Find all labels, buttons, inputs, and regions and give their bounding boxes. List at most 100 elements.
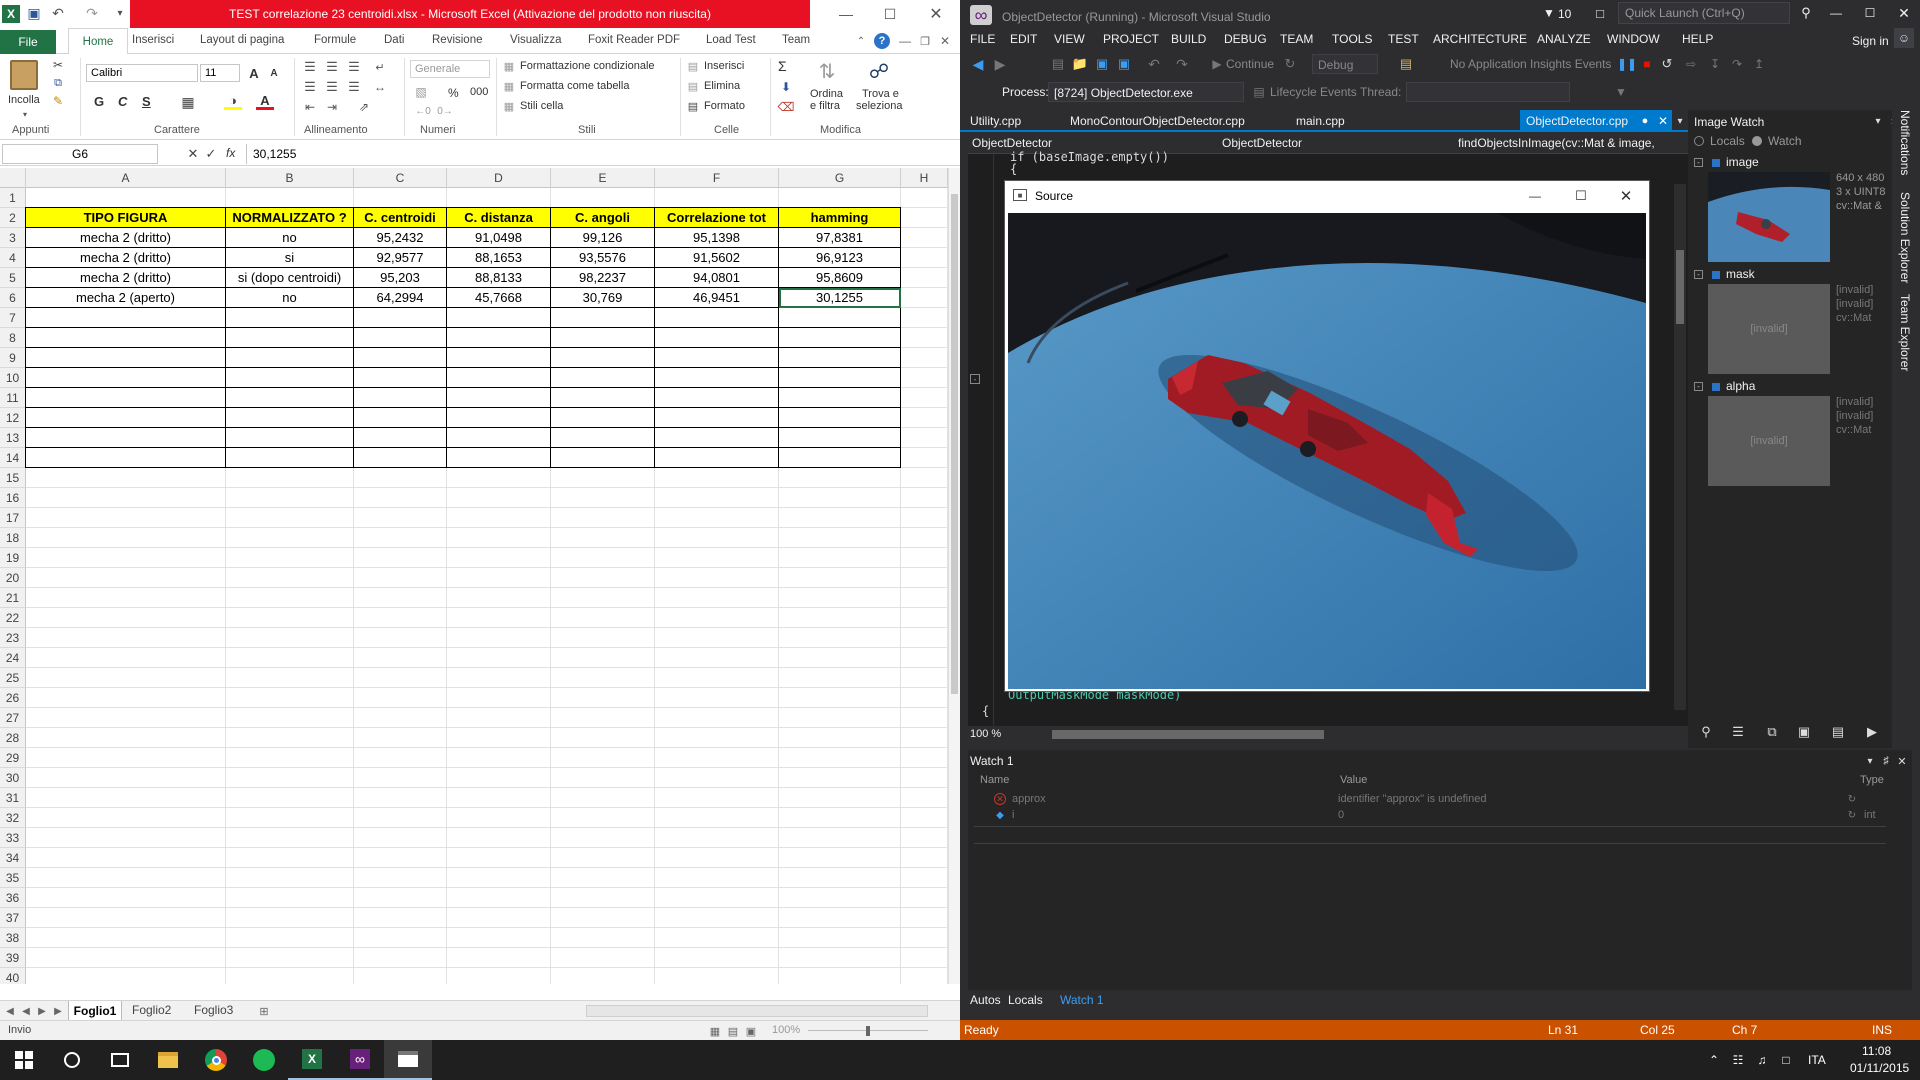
table-cell[interactable]: mecha 2 (aperto) <box>26 288 226 308</box>
table-cell[interactable] <box>26 388 226 408</box>
table-cell[interactable]: 64,2994 <box>354 288 447 308</box>
watch-empty-row[interactable] <box>974 826 1886 844</box>
action-center-icon[interactable]: □ <box>1778 1052 1794 1068</box>
taskbar-excel[interactable]: X <box>288 1040 336 1080</box>
side-tab-notifications[interactable]: Notifications <box>1898 110 1912 175</box>
editor-hscroll-thumb[interactable] <box>1052 730 1324 739</box>
watch-close-icon[interactable]: ✕ <box>1896 754 1908 768</box>
next-sheet-icon[interactable]: ▶ <box>36 1004 48 1018</box>
paste-dropdown-icon[interactable]: ▾ <box>20 110 30 119</box>
grow-font-icon[interactable]: A <box>246 64 262 82</box>
watch-menu-icon[interactable]: ▾ <box>1864 754 1876 768</box>
editor-scroll-thumb[interactable] <box>1676 250 1684 324</box>
page-break-view-icon[interactable]: ▣ <box>744 1024 758 1038</box>
last-sheet-icon[interactable]: ▶ <box>52 1004 64 1018</box>
wb-restore-icon[interactable]: ❐ <box>918 34 932 48</box>
task-view-button[interactable] <box>96 1040 144 1080</box>
table-cell[interactable]: 92,9577 <box>354 248 447 268</box>
table-cell[interactable]: mecha 2 (dritto) <box>26 268 226 288</box>
watch-row-name[interactable]: approx <box>1012 793 1046 805</box>
show-next-statement-icon[interactable]: ⇨ <box>1684 56 1698 72</box>
source-close-icon[interactable]: ✕ <box>1617 187 1635 205</box>
new-sheet-icon[interactable]: ⊞ <box>256 1004 272 1018</box>
row-header[interactable]: 2 <box>0 208 26 228</box>
table-cell[interactable] <box>447 448 551 468</box>
watch-pin-icon[interactable]: ♯ <box>1880 754 1892 768</box>
tab-dati[interactable]: Dati <box>384 34 404 46</box>
table-cell[interactable]: si <box>226 248 354 268</box>
quick-launch-input[interactable]: Quick Launch (Ctrl+Q) <box>1618 2 1790 24</box>
table-cell[interactable] <box>655 388 779 408</box>
percent-button[interactable]: % <box>448 86 459 100</box>
taskbar-visual-studio[interactable]: ∞ <box>336 1040 384 1080</box>
horizontal-scrollbar[interactable] <box>586 1005 928 1017</box>
align-left-icon[interactable]: ☰ <box>302 79 318 94</box>
decrease-indent-icon[interactable]: ⇤ <box>302 100 318 114</box>
table-cell[interactable] <box>226 348 354 368</box>
prev-sheet-icon[interactable]: ◀ <box>20 1004 32 1018</box>
collapse-alpha-icon[interactable]: - <box>1694 382 1703 391</box>
redo-icon[interactable]: ↷ <box>1174 56 1190 72</box>
table-cell[interactable] <box>354 308 447 328</box>
step-over-icon[interactable]: ↷ <box>1730 56 1744 72</box>
search-icon[interactable]: ⚲ <box>1798 4 1814 22</box>
copy-icon[interactable]: ⧉ <box>50 76 66 90</box>
tab-load-test[interactable]: Load Test <box>706 34 756 46</box>
delete-cells-icon[interactable]: ▤ <box>686 79 700 93</box>
column-header[interactable]: H <box>901 168 948 188</box>
filter-icon[interactable]: ▼ <box>1542 6 1556 20</box>
tab-watch1[interactable]: Watch 1 <box>1060 993 1104 1007</box>
start-button[interactable] <box>0 1040 48 1080</box>
table-cell[interactable] <box>447 408 551 428</box>
align-right-icon[interactable]: ☰ <box>346 79 362 94</box>
format-cells-icon[interactable]: ▤ <box>686 99 700 113</box>
table-cell[interactable] <box>354 408 447 428</box>
table-cell[interactable]: 99,126 <box>551 228 655 248</box>
tab-home[interactable]: Home <box>68 28 128 55</box>
row-header[interactable]: 18 <box>0 528 26 548</box>
wrap-text-icon[interactable]: ↵ <box>372 60 388 74</box>
table-cell[interactable]: mecha 2 (dritto) <box>26 228 226 248</box>
menu-project[interactable]: PROJECT <box>1103 32 1159 46</box>
table-cell[interactable]: 93,5576 <box>551 248 655 268</box>
back-icon[interactable]: ◀ <box>970 56 986 72</box>
insert-function-button[interactable]: fx <box>226 146 235 160</box>
table-cell[interactable] <box>226 448 354 468</box>
menu-edit[interactable]: EDIT <box>1010 32 1037 46</box>
row-header[interactable]: 19 <box>0 548 26 568</box>
volume-icon[interactable]: ♫ <box>1754 1052 1770 1068</box>
row-header[interactable]: 12 <box>0 408 26 428</box>
table-cell[interactable] <box>447 308 551 328</box>
binoculars-icon[interactable]: ☍ <box>866 58 892 84</box>
table-cell[interactable]: 30,769 <box>551 288 655 308</box>
name-box[interactable]: G6 <box>2 144 158 164</box>
menu-architecture[interactable]: ARCHITECTURE <box>1433 32 1527 46</box>
taskbar-chrome[interactable] <box>192 1040 240 1080</box>
save-all-icon[interactable]: ▣ <box>1116 56 1132 72</box>
table-cell[interactable] <box>226 308 354 328</box>
table-cell[interactable]: 96,9123 <box>779 248 901 268</box>
insert-cells-icon[interactable]: ▤ <box>686 59 700 73</box>
undo-icon[interactable]: ↶ <box>1146 56 1162 72</box>
table-cell[interactable]: 30,1255 <box>779 288 901 308</box>
panel-menu-icon[interactable]: ▾ <box>1872 114 1884 128</box>
list-view-icon[interactable]: ☰ <box>1730 724 1746 740</box>
table-cell[interactable] <box>26 408 226 428</box>
table-header-cell[interactable]: Correlazione tot <box>655 208 779 228</box>
row-header[interactable]: 24 <box>0 648 26 668</box>
table-cell[interactable] <box>779 328 901 348</box>
find-select-label-2[interactable]: seleziona <box>856 100 902 112</box>
table-cell[interactable]: 98,2237 <box>551 268 655 288</box>
font-name-select[interactable]: Calibri <box>86 64 198 82</box>
table-cell[interactable] <box>226 388 354 408</box>
table-cell[interactable] <box>779 448 901 468</box>
camera-image[interactable] <box>1008 213 1646 689</box>
first-sheet-icon[interactable]: ◀ <box>4 1004 16 1018</box>
row-header[interactable]: 14 <box>0 448 26 468</box>
clock-date[interactable]: 01/11/2015 <box>1850 1061 1909 1075</box>
column-header[interactable]: B <box>226 168 354 188</box>
cell-styles-icon[interactable]: ▦ <box>502 99 516 113</box>
table-cell[interactable] <box>354 328 447 348</box>
row-header[interactable]: 20 <box>0 568 26 588</box>
doc-tab-main[interactable]: main.cpp <box>1296 114 1345 128</box>
